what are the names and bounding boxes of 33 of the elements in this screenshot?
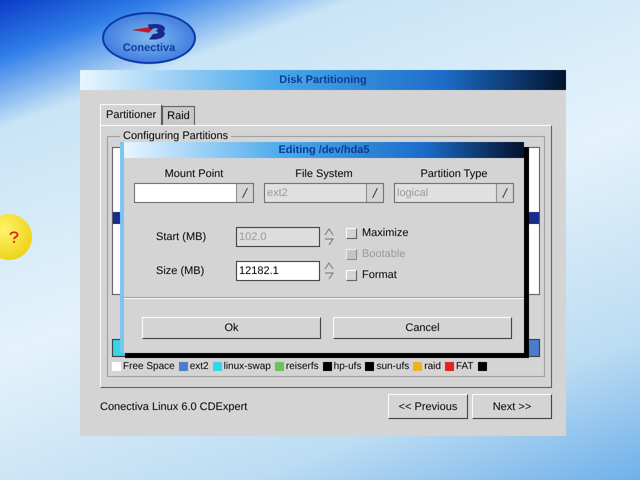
spin-arrows-icon[interactable]	[324, 227, 334, 247]
dialog-button[interactable]: Cancel	[333, 317, 512, 339]
dialog-title: Editing /dev/hda5	[278, 144, 370, 156]
dropdown-icon	[496, 184, 513, 202]
legend-label: sun-ufs	[376, 361, 410, 372]
field-label: Partition Type	[420, 168, 488, 180]
group-title: Configuring Partitions	[120, 130, 232, 142]
legend-label: FAT	[456, 361, 474, 372]
checkbox-option[interactable]: Maximize	[346, 227, 408, 239]
dropdown-icon	[366, 184, 383, 202]
tab[interactable]: Partitioner	[100, 104, 162, 125]
legend-label: Free Space	[123, 361, 175, 372]
spin-arrows-icon[interactable]	[324, 261, 334, 281]
tab[interactable]: Raid	[162, 106, 195, 125]
legend-label: hp-ufs	[334, 361, 362, 372]
nav-button[interactable]: Next >>	[472, 394, 552, 419]
dialog-button[interactable]: Ok	[142, 317, 321, 339]
logo-text: Conectiva	[122, 42, 176, 54]
dropdown-icon	[236, 184, 253, 202]
checkbox-option[interactable]: Format	[346, 269, 408, 281]
number-field[interactable]: 12182.1	[236, 261, 320, 281]
window-title: Disk Partitioning	[279, 74, 367, 86]
nav-button[interactable]: << Previous	[388, 394, 468, 419]
legend-label: ext2	[190, 361, 209, 372]
status-text: Conectiva Linux 6.0 CDExpert	[100, 400, 248, 412]
legend-label: raid	[424, 361, 441, 372]
field-label: Start (MB)	[156, 231, 208, 243]
legend-label: reiserfs	[286, 361, 319, 372]
legend-label: linux-swap	[224, 361, 271, 372]
field-label: File System	[295, 168, 353, 180]
combo-box[interactable]	[134, 183, 254, 203]
field-label: Size (MB)	[156, 265, 206, 277]
field-label: Mount Point	[164, 168, 224, 180]
